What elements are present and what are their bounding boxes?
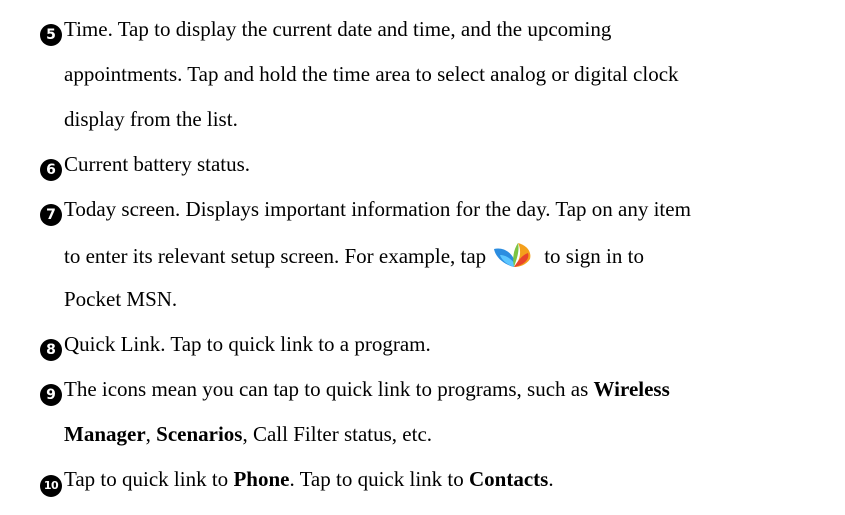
item-10-line-1: 10 Tap to quick link to Phone. Tap to qui… — [40, 466, 554, 497]
item-6-line-1: 6 Current battery status. — [40, 151, 250, 181]
item-9-line-2: Manager, Scenarios, Call Filter status, … — [64, 422, 433, 446]
item-7-line-1: 7 Today screen. Displays important inform… — [40, 196, 691, 226]
msn-butterfly-icon — [492, 241, 536, 271]
number-badge-10: 10 — [40, 475, 62, 497]
item-5-line-1: 5 Time. Tap to display the current date a… — [40, 16, 611, 46]
item-5-line-3: display from the list. — [64, 107, 238, 131]
item-9-line-1: 9 The icons mean you can tap to quick lin… — [40, 376, 670, 406]
number-badge-7: 7 — [40, 204, 62, 226]
number-badge-6: 6 — [40, 159, 62, 181]
number-badge-8: 8 — [40, 339, 62, 361]
item-5-line-2: appointments. Tap and hold the time area… — [64, 62, 679, 86]
item-7-line-3: Pocket MSN. — [64, 287, 178, 311]
number-badge-5: 5 — [40, 24, 62, 46]
item-7-line-2: to enter its relevant setup screen. For … — [64, 241, 644, 271]
number-badge-9: 9 — [40, 384, 62, 406]
item-8-line-1: 8 Quick Link. Tap to quick link to a prog… — [40, 331, 431, 361]
